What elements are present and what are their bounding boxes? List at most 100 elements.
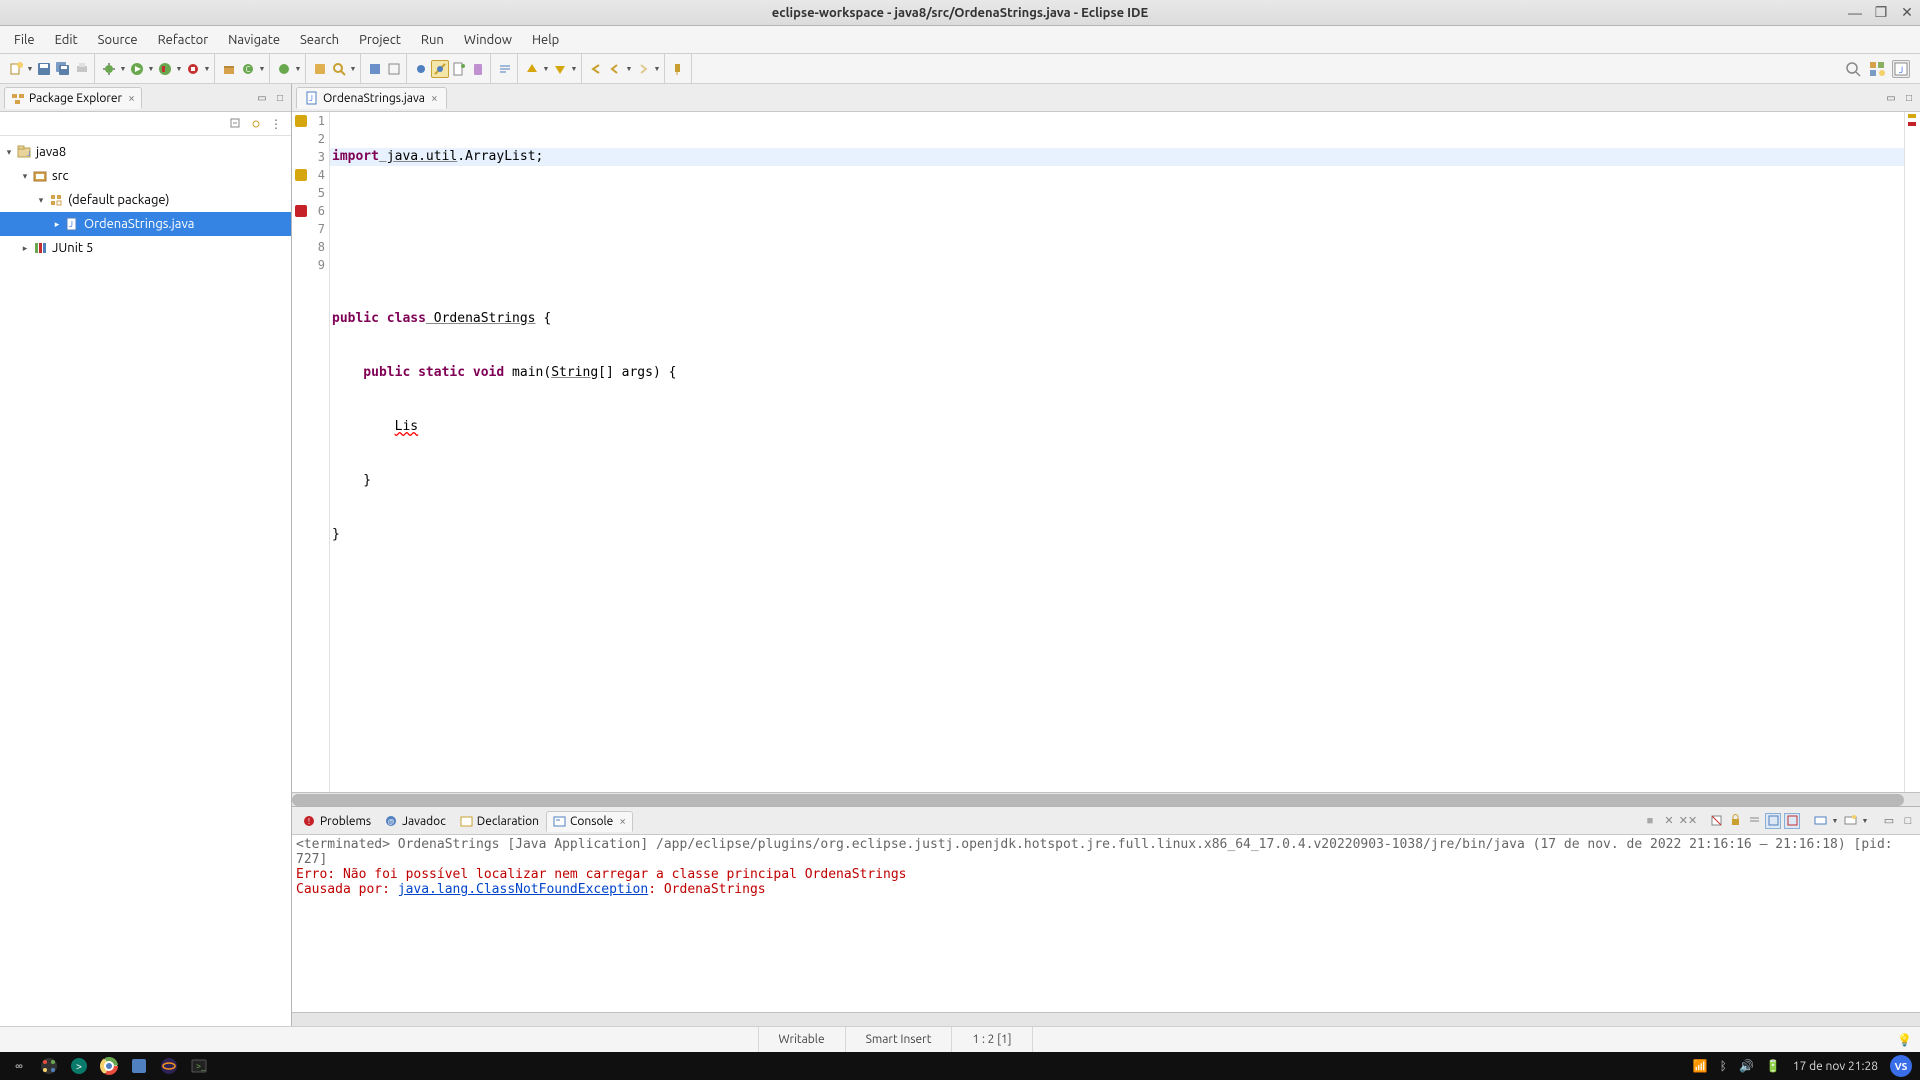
new-dropdown-icon[interactable]: ▼ (26, 65, 34, 73)
app-launcher-icon[interactable] (38, 1055, 60, 1077)
chevron-right-icon[interactable]: ▸ (50, 219, 64, 230)
clear-console-icon[interactable] (1708, 813, 1724, 829)
close-button[interactable]: ✕ (1898, 4, 1916, 22)
tree-junit[interactable]: ▸ JUnit 5 (0, 236, 291, 260)
line-number-gutter[interactable]: 1 2 3 4 5 6 7 8 9 (310, 112, 330, 792)
back-icon[interactable] (606, 60, 624, 78)
clock[interactable]: 17 de nov 21:28 (1793, 1060, 1878, 1073)
save-icon[interactable] (35, 60, 53, 78)
code-content[interactable]: import java.util.ArrayList; public class… (330, 112, 1904, 792)
error-marker-icon[interactable] (1908, 122, 1916, 126)
error-marker-icon[interactable] (295, 205, 307, 217)
menu-project[interactable]: Project (349, 30, 411, 50)
run-dropdown-icon[interactable]: ▼ (147, 65, 155, 73)
minimize-editor-icon[interactable]: ▭ (1884, 91, 1898, 105)
close-icon[interactable]: × (431, 92, 438, 105)
toggle-word-wrap-icon[interactable] (496, 60, 514, 78)
warning-marker-icon[interactable] (295, 115, 307, 127)
terminate-icon[interactable]: ■ (1642, 813, 1658, 829)
maximize-view-icon[interactable]: □ (273, 91, 287, 105)
minimize-view-icon[interactable]: ▭ (1881, 813, 1897, 829)
word-wrap-console-icon[interactable] (1746, 813, 1762, 829)
package-explorer-tab[interactable]: Package Explorer × (4, 87, 142, 109)
java-perspective-icon[interactable]: J (1892, 60, 1910, 78)
open-console-dd-icon[interactable]: ▼ (1861, 817, 1869, 825)
open-console-icon[interactable] (1842, 813, 1858, 829)
forward-icon[interactable] (634, 60, 652, 78)
coverage-icon[interactable] (156, 60, 174, 78)
tree-file[interactable]: ▸ J OrdenaStrings.java (0, 212, 291, 236)
toggle-mark-icon[interactable] (366, 60, 384, 78)
menu-refactor[interactable]: Refactor (148, 30, 219, 50)
status-writable[interactable]: Writable (758, 1027, 845, 1052)
prev-annotation-icon[interactable] (551, 60, 569, 78)
new-java-icon[interactable] (450, 60, 468, 78)
maximize-view-icon[interactable]: □ (1900, 813, 1916, 829)
debug-icon[interactable] (100, 60, 118, 78)
new-icon[interactable] (7, 60, 25, 78)
declaration-tab[interactable]: Declaration (453, 811, 546, 832)
save-all-icon[interactable] (54, 60, 72, 78)
tree-project[interactable]: ▾ J java8 (0, 140, 291, 164)
search-dropdown-icon[interactable]: ▼ (349, 65, 357, 73)
show-console-on-out-icon[interactable] (1765, 813, 1781, 829)
eclipse-icon[interactable] (158, 1055, 180, 1077)
new-class-icon[interactable]: C (239, 60, 257, 78)
last-edit-icon[interactable] (587, 60, 605, 78)
infinity-icon[interactable]: ∞ (8, 1055, 30, 1077)
link-editor-icon[interactable] (249, 117, 263, 131)
scroll-lock-icon[interactable] (1727, 813, 1743, 829)
menu-search[interactable]: Search (290, 30, 349, 50)
overview-ruler[interactable] (1904, 112, 1920, 792)
tip-icon[interactable]: 💡 (1897, 1033, 1912, 1047)
paste-icon[interactable] (469, 60, 487, 78)
toggle-breakpoint-icon[interactable] (412, 60, 430, 78)
chevron-down-icon[interactable]: ▾ (34, 195, 48, 206)
close-icon[interactable]: × (128, 92, 135, 105)
print-icon[interactable] (73, 60, 91, 78)
new-package-icon[interactable] (220, 60, 238, 78)
next-annotation-icon[interactable] (523, 60, 541, 78)
debug-dropdown-icon[interactable]: ▼ (119, 65, 127, 73)
minimize-view-icon[interactable]: ▭ (255, 91, 269, 105)
minimize-button[interactable]: — (1846, 4, 1864, 22)
prev-annotation-dd-icon[interactable]: ▼ (570, 65, 578, 73)
quick-access-icon[interactable] (1844, 60, 1862, 78)
view-menu-icon[interactable]: ⋮ (269, 117, 283, 131)
back-dd-icon[interactable]: ▼ (625, 65, 633, 73)
chrome-icon[interactable] (98, 1055, 120, 1077)
maximize-button[interactable]: ❐ (1872, 4, 1890, 22)
volume-icon[interactable]: 🔊 (1739, 1059, 1754, 1073)
run-last-dropdown-icon[interactable]: ▼ (203, 65, 211, 73)
remove-all-icon[interactable]: ✕✕ (1680, 813, 1696, 829)
menu-source[interactable]: Source (88, 30, 148, 50)
status-cursor-position[interactable]: 1 : 2 [1] (951, 1027, 1031, 1052)
status-insert-mode[interactable]: Smart Insert (845, 1027, 952, 1052)
coverage-dropdown-icon[interactable]: ▼ (175, 65, 183, 73)
warning-marker-icon[interactable] (1908, 114, 1916, 118)
console-horizontal-scrollbar[interactable] (292, 1012, 1920, 1026)
battery-icon[interactable]: 🔋 (1766, 1059, 1781, 1073)
editor-tab[interactable]: J OrdenaStrings.java × (296, 87, 447, 109)
tree-package[interactable]: ▾ (default package) (0, 188, 291, 212)
terminal-app-icon[interactable]: > (68, 1055, 90, 1077)
open-task-icon[interactable] (311, 60, 329, 78)
toggle-block-icon[interactable] (385, 60, 403, 78)
wifi-icon[interactable]: 📶 (1693, 1059, 1708, 1073)
bluetooth-icon[interactable]: ᛒ (1720, 1060, 1727, 1073)
close-icon[interactable]: × (619, 815, 626, 828)
menu-edit[interactable]: Edit (45, 30, 88, 50)
maximize-editor-icon[interactable]: □ (1902, 91, 1916, 105)
menu-help[interactable]: Help (522, 30, 569, 50)
forward-dd-icon[interactable]: ▼ (653, 65, 661, 73)
chevron-right-icon[interactable]: ▸ (18, 243, 32, 254)
display-selected-console-icon[interactable] (1812, 813, 1828, 829)
menu-navigate[interactable]: Navigate (218, 30, 290, 50)
search-icon[interactable] (330, 60, 348, 78)
open-type-icon[interactable] (275, 60, 293, 78)
show-console-on-err-icon[interactable] (1784, 813, 1800, 829)
chevron-down-icon[interactable]: ▾ (18, 171, 32, 182)
console-tab[interactable]: Console × (546, 811, 633, 832)
problems-tab[interactable]: ! Problems (296, 811, 378, 832)
pin-editor-icon[interactable] (670, 60, 688, 78)
